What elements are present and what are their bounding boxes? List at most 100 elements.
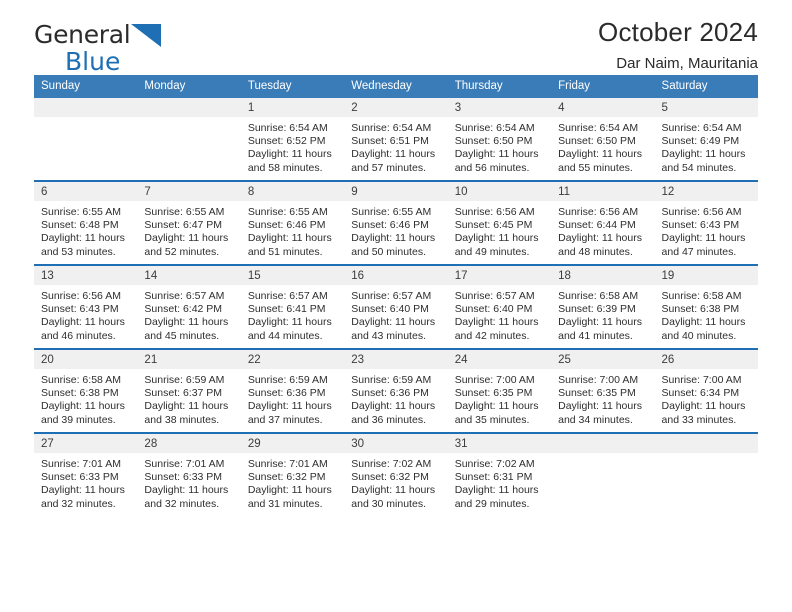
day-number <box>137 97 241 117</box>
day-cell-inner: 9 Sunrise: 6:55 AM Sunset: 6:46 PM Daylight… <box>344 181 448 264</box>
weekday-header-saturday: Saturday <box>654 75 758 98</box>
calendar-day-cell[interactable]: 22 Sunrise: 6:59 AM Sunset: 6:36 PM Dayligh… <box>240 347 345 433</box>
calendar-day-cell[interactable]: 20 Sunrise: 6:58 AM Sunset: 6:38 PM Dayligh… <box>34 347 138 433</box>
day-number: 31 <box>447 433 552 453</box>
calendar-day-cell[interactable]: 30 Sunrise: 7:02 AM Sunset: 6:32 PM Dayligh… <box>344 431 448 516</box>
daylight-text-line1: Daylight: 11 hours <box>661 232 746 245</box>
day-number: 30 <box>344 433 448 453</box>
calendar-day-cell[interactable]: 17 Sunrise: 6:57 AM Sunset: 6:40 PM Dayligh… <box>447 263 552 349</box>
calendar-cell-empty <box>654 431 758 516</box>
day-cell-inner <box>551 433 655 516</box>
calendar-day-cell[interactable]: 18 Sunrise: 6:58 AM Sunset: 6:39 PM Dayligh… <box>551 263 655 349</box>
calendar-day-cell[interactable]: 9 Sunrise: 6:55 AM Sunset: 6:46 PM Daylight… <box>344 179 448 265</box>
calendar-day-cell[interactable]: 2 Sunrise: 6:54 AM Sunset: 6:51 PM Daylight… <box>344 97 448 181</box>
weekday-header-friday: Friday <box>551 75 655 98</box>
calendar-day-cell[interactable]: 15 Sunrise: 6:57 AM Sunset: 6:41 PM Dayligh… <box>240 263 345 349</box>
sunset-text: Sunset: 6:46 PM <box>247 219 326 232</box>
day-cell-inner: 29 Sunrise: 7:01 AM Sunset: 6:32 PM Dayligh… <box>240 433 345 516</box>
sunrise-text: Sunrise: 6:54 AM <box>454 121 535 134</box>
calendar-day-cell[interactable]: 10 Sunrise: 6:56 AM Sunset: 6:45 PM Dayligh… <box>447 179 552 265</box>
daylight-text-line1: Daylight: 11 hours <box>247 232 332 245</box>
calendar-day-cell[interactable]: 19 Sunrise: 6:58 AM Sunset: 6:38 PM Dayligh… <box>654 263 758 349</box>
calendar-day-cell[interactable]: 26 Sunrise: 7:00 AM Sunset: 6:34 PM Dayligh… <box>654 347 758 433</box>
weekday-header-monday: Monday <box>137 75 241 98</box>
brand-logo[interactable]: General Blue <box>34 22 264 78</box>
calendar-page: General Blue October 2024 Dar Naim, Maur… <box>0 0 792 612</box>
daylight-text-line2: and 46 minutes. <box>41 329 116 342</box>
day-cell-inner: 6 Sunrise: 6:55 AM Sunset: 6:48 PM Daylight… <box>34 181 138 264</box>
day-cell-inner: 12 Sunrise: 6:56 AM Sunset: 6:43 PM Dayligh… <box>654 181 758 264</box>
day-cell-inner: 16 Sunrise: 6:57 AM Sunset: 6:40 PM Dayligh… <box>344 265 448 348</box>
weekday-header-row: Sunday Monday Tuesday Wednesday Thursday… <box>34 75 758 98</box>
calendar-body: 1 Sunrise: 6:54 AM Sunset: 6:52 PM Daylight… <box>34 97 758 516</box>
day-cell-inner: 18 Sunrise: 6:58 AM Sunset: 6:39 PM Dayligh… <box>551 265 655 348</box>
calendar-day-cell[interactable]: 27 Sunrise: 7:01 AM Sunset: 6:33 PM Dayligh… <box>34 431 138 516</box>
daylight-text-line1: Daylight: 11 hours <box>247 400 332 413</box>
calendar-day-cell[interactable]: 29 Sunrise: 7:01 AM Sunset: 6:32 PM Dayligh… <box>240 431 345 516</box>
day-details: Sunrise: 6:54 AM Sunset: 6:49 PM Daylight:… <box>655 117 758 176</box>
calendar-day-cell[interactable]: 13 Sunrise: 6:56 AM Sunset: 6:43 PM Dayligh… <box>34 263 138 349</box>
day-details: Sunrise: 7:00 AM Sunset: 6:35 PM Daylight:… <box>551 369 654 428</box>
calendar-day-cell[interactable]: 4 Sunrise: 6:54 AM Sunset: 6:50 PM Daylight… <box>551 97 655 181</box>
day-cell-inner: 13 Sunrise: 6:56 AM Sunset: 6:43 PM Dayligh… <box>34 265 138 348</box>
page-header: General Blue October 2024 Dar Naim, Maur… <box>34 0 758 74</box>
calendar-day-cell[interactable]: 31 Sunrise: 7:02 AM Sunset: 6:31 PM Dayligh… <box>447 431 552 516</box>
sunrise-text: Sunrise: 6:56 AM <box>661 205 742 218</box>
calendar-day-cell[interactable]: 12 Sunrise: 6:56 AM Sunset: 6:43 PM Dayligh… <box>654 179 758 265</box>
day-details: Sunrise: 6:58 AM Sunset: 6:38 PM Daylight:… <box>655 285 758 344</box>
day-number: 21 <box>137 349 241 369</box>
sunrise-text: Sunrise: 6:56 AM <box>558 205 639 218</box>
calendar-day-cell[interactable]: 21 Sunrise: 6:59 AM Sunset: 6:37 PM Dayligh… <box>137 347 241 433</box>
day-cell-inner: 19 Sunrise: 6:58 AM Sunset: 6:38 PM Dayligh… <box>654 265 758 348</box>
daylight-text-line2: and 32 minutes. <box>144 497 220 510</box>
daylight-text-line1: Daylight: 11 hours <box>661 400 746 413</box>
day-number: 15 <box>240 265 345 285</box>
sunrise-text: Sunrise: 7:02 AM <box>351 457 432 470</box>
day-details <box>551 453 654 458</box>
calendar-day-cell[interactable]: 11 Sunrise: 6:56 AM Sunset: 6:44 PM Dayligh… <box>551 179 655 265</box>
day-cell-inner: 2 Sunrise: 6:54 AM Sunset: 6:51 PM Daylight… <box>344 97 448 180</box>
weekday-header-thursday: Thursday <box>447 75 552 98</box>
day-details: Sunrise: 6:59 AM Sunset: 6:36 PM Daylight:… <box>241 369 344 428</box>
calendar-day-cell[interactable]: 7 Sunrise: 6:55 AM Sunset: 6:47 PM Daylight… <box>137 179 241 265</box>
day-cell-inner: 8 Sunrise: 6:55 AM Sunset: 6:46 PM Daylight… <box>240 181 345 264</box>
day-details: Sunrise: 6:55 AM Sunset: 6:48 PM Daylight:… <box>34 201 137 260</box>
sunset-text: Sunset: 6:39 PM <box>558 303 636 316</box>
daylight-text-line1: Daylight: 11 hours <box>454 232 539 245</box>
daylight-text-line2: and 34 minutes. <box>558 413 633 426</box>
day-details: Sunrise: 7:02 AM Sunset: 6:32 PM Daylight:… <box>344 453 447 512</box>
daylight-text-line2: and 37 minutes. <box>247 413 323 426</box>
sunset-text: Sunset: 6:44 PM <box>558 219 636 232</box>
day-details: Sunrise: 6:58 AM Sunset: 6:38 PM Daylight:… <box>34 369 137 428</box>
calendar-day-cell[interactable]: 6 Sunrise: 6:55 AM Sunset: 6:48 PM Daylight… <box>34 179 138 265</box>
title-block: October 2024 Dar Naim, Mauritania <box>598 17 758 72</box>
calendar-day-cell[interactable]: 28 Sunrise: 7:01 AM Sunset: 6:33 PM Dayligh… <box>137 431 241 516</box>
calendar-week-row: 1 Sunrise: 6:54 AM Sunset: 6:52 PM Daylight… <box>34 97 758 181</box>
day-number: 3 <box>447 97 552 117</box>
daylight-text-line2: and 32 minutes. <box>41 497 116 510</box>
day-cell-inner: 20 Sunrise: 6:58 AM Sunset: 6:38 PM Dayligh… <box>34 349 138 432</box>
day-number: 6 <box>34 181 138 201</box>
calendar-day-cell[interactable]: 16 Sunrise: 6:57 AM Sunset: 6:40 PM Dayligh… <box>344 263 448 349</box>
day-number: 9 <box>344 181 448 201</box>
sunrise-text: Sunrise: 6:57 AM <box>247 289 328 302</box>
calendar-day-cell[interactable]: 1 Sunrise: 6:54 AM Sunset: 6:52 PM Daylight… <box>240 97 345 181</box>
day-number <box>34 97 138 117</box>
day-details: Sunrise: 6:54 AM Sunset: 6:52 PM Daylight:… <box>241 117 344 176</box>
daylight-text-line2: and 50 minutes. <box>351 245 426 258</box>
calendar-day-cell[interactable]: 25 Sunrise: 7:00 AM Sunset: 6:35 PM Dayligh… <box>551 347 655 433</box>
calendar-day-cell[interactable]: 8 Sunrise: 6:55 AM Sunset: 6:46 PM Daylight… <box>240 179 345 265</box>
calendar-day-cell[interactable]: 3 Sunrise: 6:54 AM Sunset: 6:50 PM Daylight… <box>447 97 552 181</box>
sunrise-text: Sunrise: 7:01 AM <box>144 457 225 470</box>
calendar-day-cell[interactable]: 5 Sunrise: 6:54 AM Sunset: 6:49 PM Daylight… <box>654 97 758 181</box>
calendar-day-cell[interactable]: 24 Sunrise: 7:00 AM Sunset: 6:35 PM Dayligh… <box>447 347 552 433</box>
calendar-day-cell[interactable]: 23 Sunrise: 6:59 AM Sunset: 6:36 PM Dayligh… <box>344 347 448 433</box>
calendar-day-cell[interactable]: 14 Sunrise: 6:57 AM Sunset: 6:42 PM Dayligh… <box>137 263 241 349</box>
sunrise-text: Sunrise: 6:58 AM <box>558 289 639 302</box>
calendar-cell-empty <box>137 97 241 181</box>
day-number: 8 <box>240 181 345 201</box>
day-number: 26 <box>654 349 758 369</box>
sunset-text: Sunset: 6:52 PM <box>247 135 326 148</box>
sunrise-text: Sunrise: 6:57 AM <box>144 289 225 302</box>
daylight-text-line2: and 31 minutes. <box>247 497 323 510</box>
